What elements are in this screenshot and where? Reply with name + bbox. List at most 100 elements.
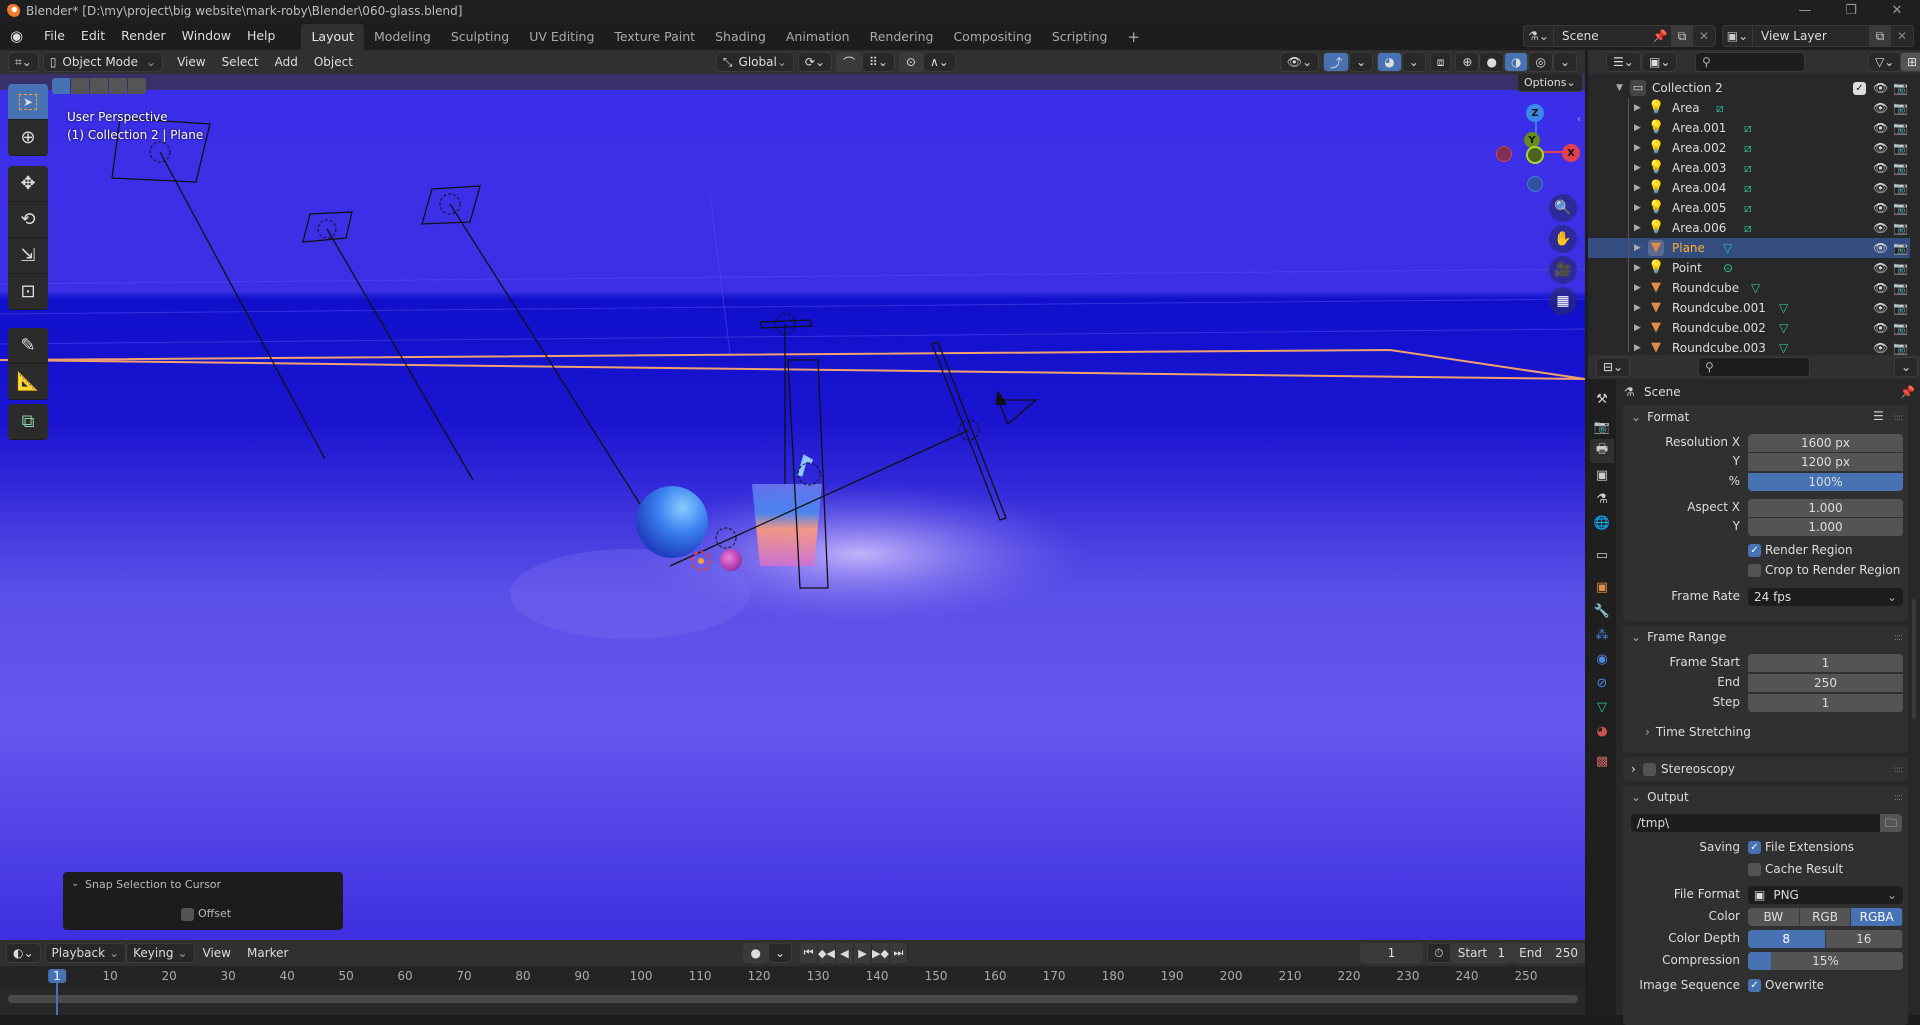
view-layer-tab[interactable]: ▣ [1590,463,1614,487]
resolution-percent-field[interactable]: 100% [1748,473,1903,491]
timeline-ruler[interactable]: 1 10 20 30 40 50 60 70 80 90 100 110 120 130 140 150 160… [0,966,1585,986]
expand-icon[interactable]: ▶ [1634,203,1641,213]
collection-name[interactable]: Collection 2 [1652,81,1723,95]
visibility-eye-icon[interactable]: 👁 [1873,341,1888,355]
jump-start-icon[interactable]: ⏮ [800,943,819,963]
file-extensions-checkbox[interactable]: ✓ [1748,841,1761,854]
scene-selector[interactable]: ⚗⌄ Scene 📌 ⧉ ✕ [1523,25,1716,47]
tool-tab[interactable]: ⚒ [1590,387,1614,411]
auto-keying-toggle[interactable]: ● [743,943,768,963]
tab-modeling[interactable]: Modeling [364,24,441,50]
mesh-data-icon[interactable]: ▽ [1723,241,1732,255]
timeline-editor-type[interactable]: ◐⌄ [6,943,41,963]
gizmo-dropdown[interactable]: ⌄ [1349,52,1374,72]
editor-type-button[interactable]: ⌗⌄ [8,52,39,72]
tab-rendering[interactable]: Rendering [860,24,944,50]
time-stretching-subpanel[interactable]: › Time Stretching [1645,725,1751,739]
prev-keyframe-icon[interactable]: ◆◀ [818,943,836,963]
gizmo-neg-z[interactable] [1527,176,1543,192]
next-keyframe-icon[interactable]: ▶◆ [871,943,890,963]
crop-region-checkbox[interactable] [1748,564,1761,577]
expand-icon[interactable]: ▶ [1634,303,1641,313]
render-camera-icon[interactable]: 📷 [1893,301,1908,315]
outliner-item[interactable]: ▶ 💡 Area ⧄ 👁 📷 [1588,98,1910,118]
visibility-eye-icon[interactable]: 👁 [1873,281,1888,295]
select-box-tool[interactable]: ➤ [8,84,48,120]
annotate-tool[interactable]: ✎ [8,328,48,364]
sidebar-toggle-icon[interactable]: ‹ [1577,114,1581,125]
gizmo-neg-x[interactable] [1496,146,1512,162]
expand-icon[interactable]: ▶ [1634,223,1641,233]
outliner-item-name[interactable]: Plane [1672,241,1705,255]
outliner-item-name[interactable]: Area.003 [1672,161,1726,175]
timeline-menu-view[interactable]: View [195,946,239,960]
render-region-checkbox[interactable]: ✓ [1748,544,1761,557]
menu-window[interactable]: Window [174,22,239,50]
delete-scene-icon[interactable]: ✕ [1693,26,1715,46]
chevron-right-icon[interactable]: › [1631,762,1636,776]
end-frame-field[interactable]: End 250 [1512,943,1585,963]
xray-toggle[interactable]: ⧈ [1429,52,1452,72]
play-icon[interactable]: ▶ [853,943,872,963]
render-camera-icon[interactable]: 📷 [1893,281,1908,295]
playback-dropdown[interactable]: Playback ⌄ [44,943,127,963]
tab-compositing[interactable]: Compositing [943,24,1041,50]
snap-toggle[interactable]: ⌒ [836,52,863,72]
pivot-point-dropdown[interactable]: ⟳⌄ [797,52,833,72]
gizmo-x-axis[interactable]: X [1562,144,1580,162]
outliner-item-name[interactable]: Area.001 [1672,121,1726,135]
visibility-eye-icon[interactable]: 👁 [1873,121,1888,135]
output-panel-header[interactable]: ⌄ Output [1631,790,1689,804]
proportional-edit-toggle[interactable]: ⊙ [898,52,923,72]
expand-icon[interactable]: ▶ [1634,323,1641,333]
outliner-item[interactable]: ▶ 💡 Area.004 ⧄ 👁 📷 [1588,178,1910,198]
tab-scripting[interactable]: Scripting [1042,24,1118,50]
tab-sculpting[interactable]: Sculpting [441,24,519,50]
close-icon[interactable]: ✕ [1874,0,1920,22]
tab-uv-editing[interactable]: UV Editing [519,24,604,50]
overwrite-checkbox[interactable]: ✓ [1748,979,1761,992]
physics-tab[interactable]: ◉ [1590,647,1614,671]
resolution-y-field[interactable]: 1200 px [1748,453,1903,471]
scale-tool[interactable]: ⇲ [8,238,48,274]
transform-tool[interactable]: ⊡ [8,274,48,310]
camera-view-button[interactable]: 🎥 [1549,256,1577,284]
color-rgb-option[interactable]: RGB [1799,908,1852,926]
visibility-eye-icon[interactable]: 👁 [1873,201,1888,215]
render-tab[interactable]: 📷 [1590,415,1614,439]
outliner-item-name[interactable]: Roundcube.002 [1672,321,1766,335]
outliner-item-name[interactable]: Area.006 [1672,221,1726,235]
data-tab[interactable]: ▽ [1590,695,1614,719]
expand-icon[interactable]: ▶ [1634,343,1641,353]
expand-icon[interactable]: ▼ [1616,83,1623,93]
menu-select[interactable]: Select [214,55,267,69]
visibility-eye-icon[interactable]: 👁 [1873,181,1888,195]
area-light-data-icon[interactable]: ⧄ [1716,101,1724,116]
minimize-icon[interactable]: — [1782,0,1828,22]
visibility-eye-icon[interactable]: 👁 [1873,321,1888,335]
visibility-eye-icon[interactable]: 👁 [1873,261,1888,275]
modifier-tab[interactable]: 🔧 [1590,599,1614,623]
frame-step-field[interactable]: 1 [1748,694,1903,712]
zoom-view-button[interactable]: 🔍 [1549,194,1577,222]
cache-result-checkbox[interactable] [1748,863,1761,876]
menu-file[interactable]: File [36,22,73,50]
timeline-body[interactable] [0,986,1585,1015]
properties-editor-type[interactable]: ⊟⌄ [1596,357,1631,377]
snap-target-dropdown[interactable]: ⠿⌄ [862,52,895,72]
render-camera-icon[interactable]: 📷 [1893,321,1908,335]
properties-search-input[interactable]: ⚲ [1698,357,1810,377]
measure-tool[interactable]: 📐 [8,364,48,400]
file-format-dropdown[interactable]: ▣ PNG ⌄ [1748,886,1903,904]
jump-end-icon[interactable]: ⏭ [889,943,908,963]
outliner-item[interactable]: ▶ 💡 Area.006 ⧄ 👁 📷 [1588,218,1910,238]
render-camera-icon[interactable]: 📷 [1893,341,1908,355]
object-tab[interactable]: ▣ [1590,575,1614,599]
render-camera-icon[interactable]: 📷 [1893,261,1908,275]
transform-orientation-dropdown[interactable]: ⤡ Global ⌄ [715,52,794,72]
area-light-data-icon[interactable]: ⧄ [1744,221,1752,236]
output-tab[interactable]: 🖶 [1590,439,1614,463]
color-depth-16-option[interactable]: 16 [1825,930,1903,948]
aspect-y-field[interactable]: 1.000 [1748,518,1903,536]
outliner-item-name[interactable]: Roundcube [1672,281,1739,295]
